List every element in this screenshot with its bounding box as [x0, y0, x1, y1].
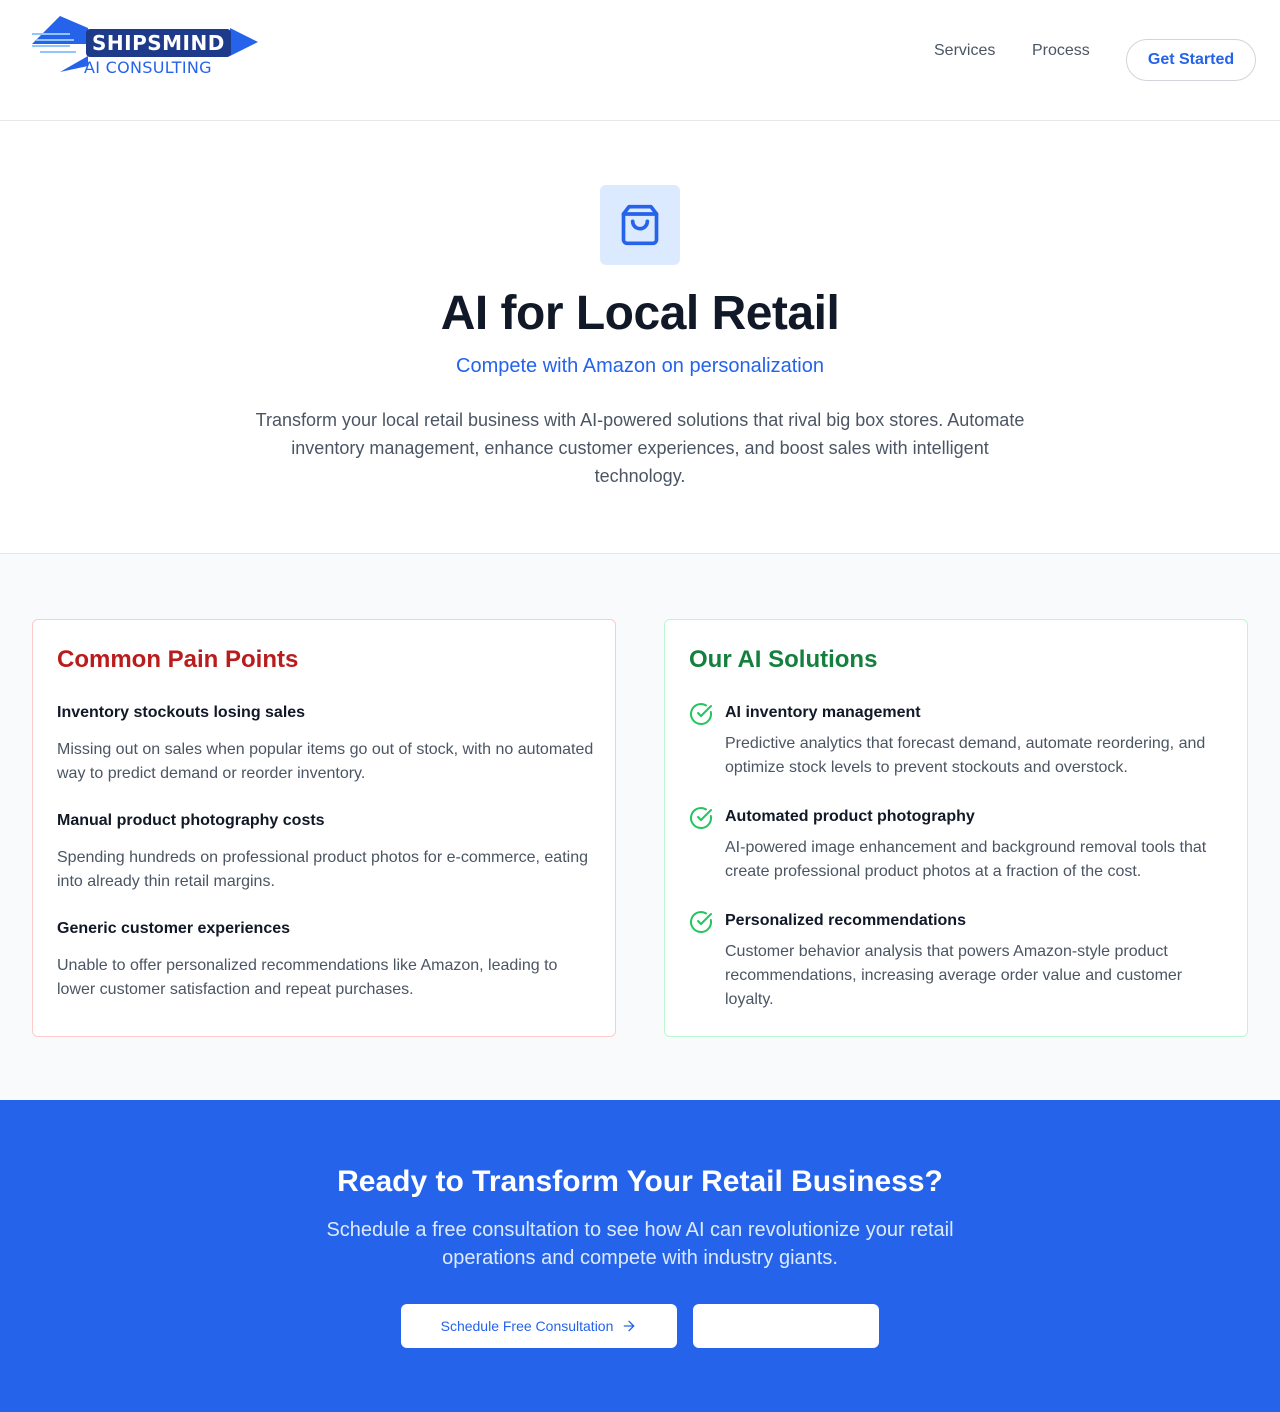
solution-item-title: AI inventory management [725, 704, 921, 721]
solution-item-title: Personalized recommendations [725, 912, 966, 929]
schedule-consultation-label: Schedule Free Consultation [440, 1318, 614, 1334]
check-circle-icon [690, 807, 712, 829]
schedule-consultation-button[interactable]: Schedule Free Consultation [401, 1304, 677, 1348]
secondary-cta-button[interactable] [693, 1304, 879, 1348]
logo-brand: SHIPSMIND [86, 29, 231, 57]
check-circle-icon [690, 703, 712, 725]
shipsmind-logo[interactable]: SHIPSMIND AI CONSULTING [30, 14, 260, 78]
logo-tagline: AI CONSULTING [84, 58, 212, 77]
comparison-section: Common Pain Points Inventory stockouts l… [0, 553, 1280, 1100]
pain-item-title: Manual product photography costs [57, 812, 325, 829]
pain-points-title: Common Pain Points [57, 646, 299, 673]
get-started-button[interactable]: Get Started [1126, 39, 1256, 81]
cta-title: Ready to Transform Your Retail Business? [337, 1165, 943, 1198]
arrow-right-icon [624, 1320, 635, 1332]
pain-item: Generic customer experiences Unable to o… [57, 918, 597, 1002]
nav-services[interactable]: Services [934, 42, 995, 60]
pain-item: Inventory stockouts losing sales Missing… [57, 702, 597, 786]
hero-description: Transform your local retail business wit… [255, 410, 1025, 486]
pain-item-description: Spending hundreds on professional produc… [57, 849, 588, 890]
solutions-title: Our AI Solutions [689, 646, 878, 673]
cta-section: Ready to Transform Your Retail Business?… [0, 1100, 1280, 1412]
page-subtitle: Compete with Amazon on personalization [456, 355, 824, 377]
page-title: AI for Local Retail [440, 287, 840, 340]
pain-item: Manual product photography costs Spendin… [57, 810, 597, 894]
solution-item-description: Customer behavior analysis that powers A… [725, 943, 1183, 1008]
shopping-bag-icon [621, 204, 659, 246]
pain-points-card: Common Pain Points Inventory stockouts l… [32, 619, 616, 1037]
pain-item-description: Missing out on sales when popular items … [57, 741, 594, 782]
nav-process[interactable]: Process [1032, 42, 1090, 60]
hero-icon-tile [600, 185, 680, 265]
solution-item-title: Automated product photography [725, 808, 975, 825]
solutions-card: Our AI Solutions AI inventory management… [664, 619, 1248, 1037]
pain-item-description: Unable to offer personalized recommendat… [57, 957, 558, 998]
check-circle-icon [690, 911, 712, 933]
solution-item-description: Predictive analytics that forecast deman… [725, 735, 1206, 776]
pain-item-title: Inventory stockouts losing sales [57, 704, 306, 721]
pain-item-title: Generic customer experiences [57, 920, 291, 937]
solution-item-description: AI-powered image enhancement and backgro… [725, 839, 1207, 880]
cta-description: Schedule a free consultation to see how … [326, 1219, 954, 1269]
site-header: SHIPSMIND AI CONSULTING Services Process… [0, 0, 1280, 121]
